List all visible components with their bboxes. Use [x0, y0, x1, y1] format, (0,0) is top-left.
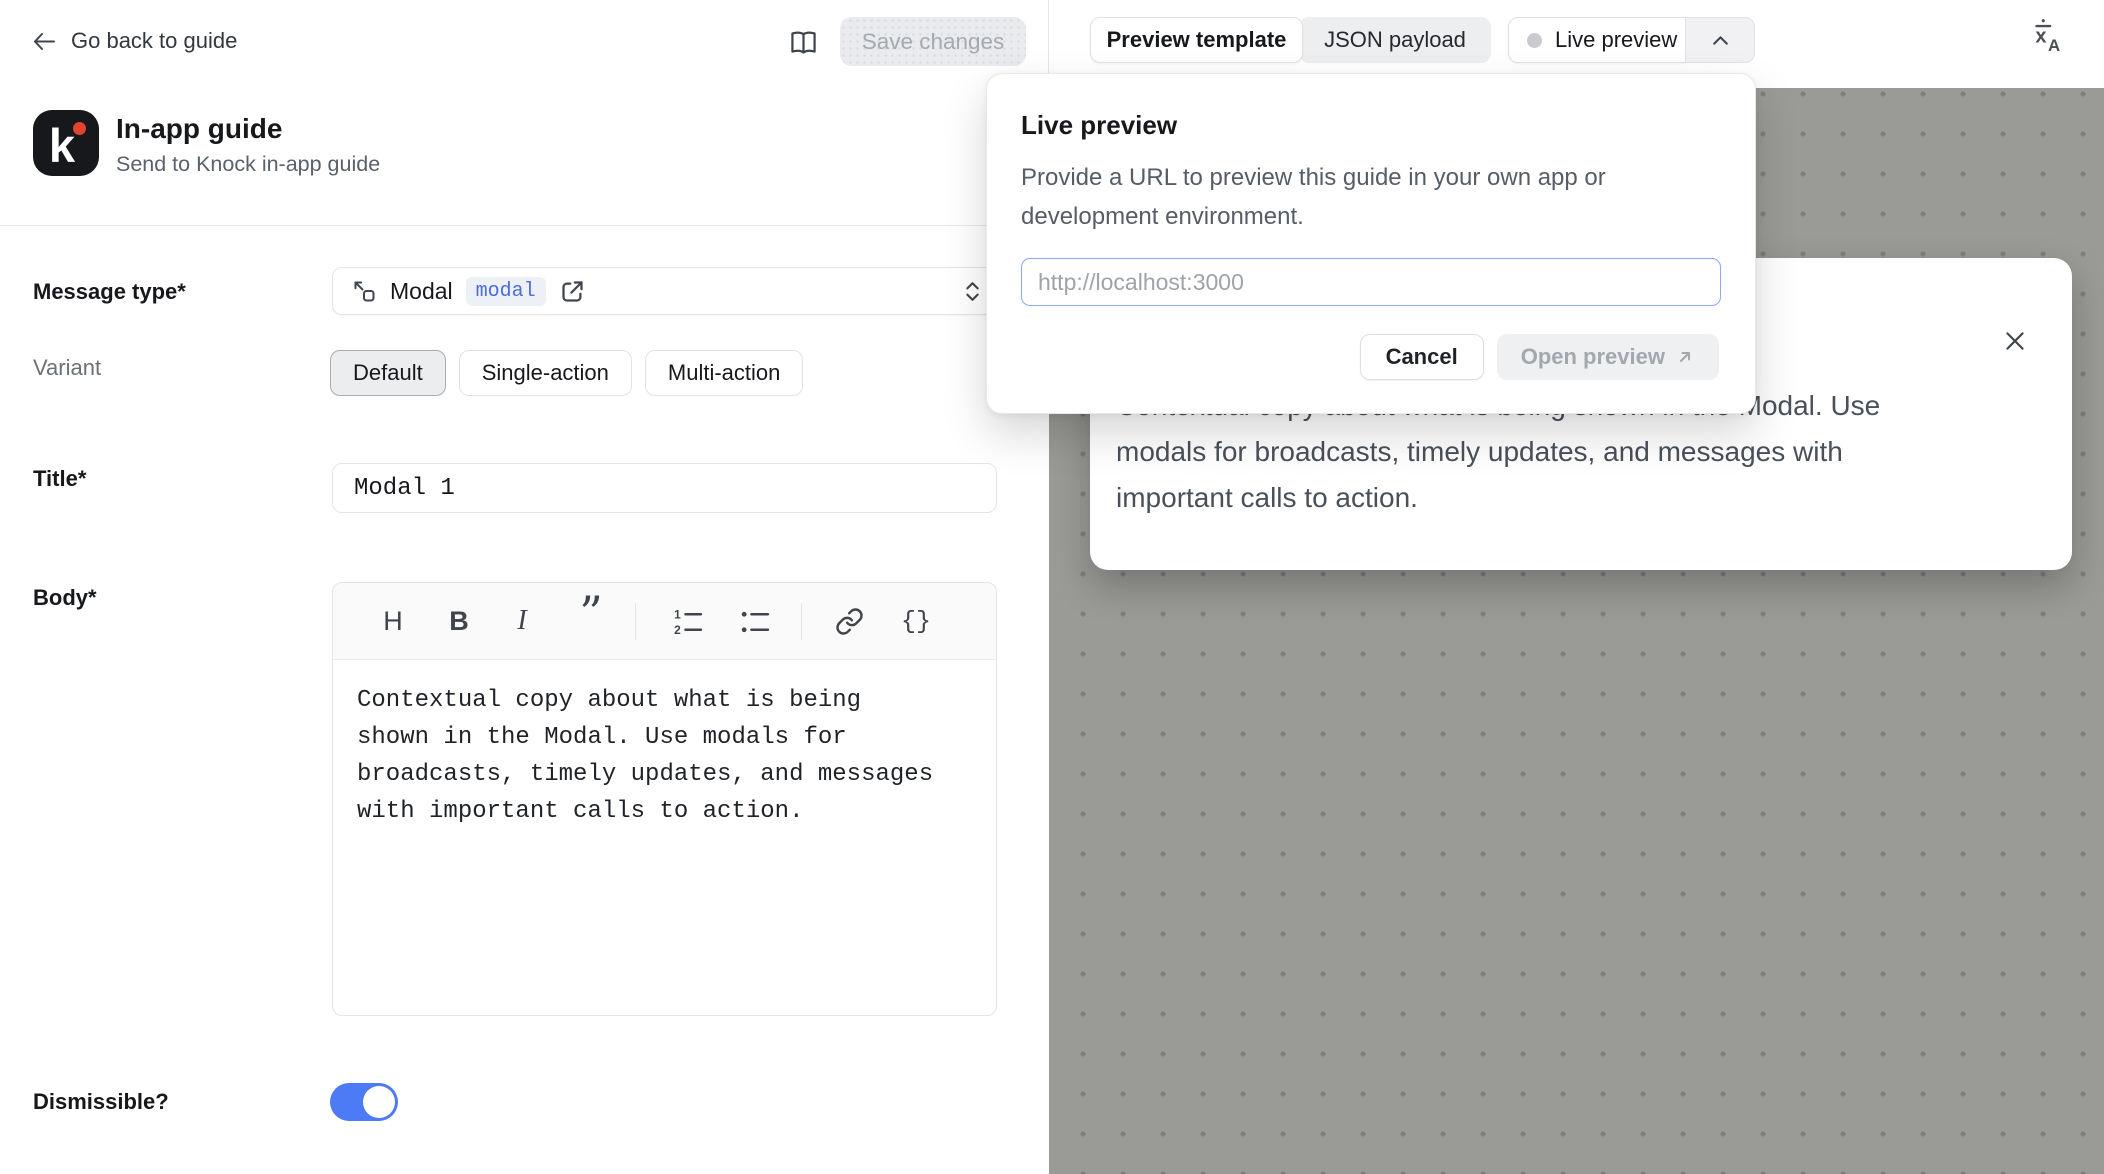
- bold-icon[interactable]: B: [439, 601, 479, 641]
- back-label: Go back to guide: [71, 28, 237, 54]
- heading-icon[interactable]: H: [373, 601, 413, 641]
- popover-description: Provide a URL to preview this guide in y…: [1021, 158, 1721, 236]
- message-type-label: Message type*: [33, 279, 186, 305]
- message-type-badge: modal: [466, 277, 546, 306]
- page-subtitle: Send to Knock in-app guide: [116, 152, 380, 177]
- body-line: with important calls to action.: [357, 793, 972, 830]
- preview-body-line: modals for broadcasts, timely updates, a…: [1116, 429, 1880, 475]
- live-preview-label: Live preview: [1555, 27, 1677, 53]
- docs-book-icon[interactable]: [788, 29, 819, 56]
- header-divider: [0, 225, 1048, 226]
- knock-logo: k: [33, 110, 99, 176]
- title-input[interactable]: [332, 463, 997, 513]
- save-changes-button[interactable]: Save changes: [840, 17, 1026, 66]
- tab-preview-template[interactable]: Preview template: [1090, 17, 1303, 63]
- message-type-value: Modal: [390, 278, 453, 305]
- live-preview-popover: Live preview Provide a URL to preview th…: [986, 73, 1756, 414]
- knock-logo-dot: [73, 122, 86, 135]
- dismissible-toggle[interactable]: [330, 1083, 398, 1121]
- dismissible-label: Dismissible?: [33, 1089, 169, 1115]
- popover-actions: Cancel Open preview: [1360, 334, 1719, 380]
- back-arrow-icon: [30, 29, 57, 54]
- italic-icon[interactable]: I: [502, 601, 542, 641]
- live-status-dot-icon: [1527, 33, 1542, 48]
- arrow-up-right-icon: [1675, 347, 1695, 367]
- external-link-icon[interactable]: [559, 278, 586, 305]
- ordered-list-icon[interactable]: 1 2: [667, 601, 707, 641]
- chevron-up-icon: [1709, 29, 1732, 52]
- svg-text:2: 2: [674, 622, 681, 636]
- app-screen: Go back to guide Save changes Preview te…: [0, 0, 2104, 1174]
- variable-braces-icon[interactable]: {}: [896, 601, 936, 641]
- select-updown-icon: [963, 277, 982, 306]
- page-title: In-app guide: [116, 113, 282, 145]
- popover-title: Live preview: [1021, 110, 1177, 141]
- bullet-list-icon[interactable]: [734, 601, 774, 641]
- body-line: Contextual copy about what is being: [357, 682, 972, 719]
- body-editor: H B I ” 1 2: [332, 582, 997, 1016]
- svg-text:1: 1: [674, 607, 681, 621]
- variant-button-group: Default Single-action Multi-action: [330, 350, 803, 396]
- body-label: Body*: [33, 585, 97, 611]
- translate-icon[interactable]: x A: [2028, 16, 2066, 54]
- body-line: broadcasts, timely updates, and messages: [357, 756, 972, 793]
- modal-type-icon: [351, 278, 377, 304]
- preview-url-input[interactable]: [1021, 258, 1721, 306]
- live-preview-button[interactable]: Live preview: [1508, 17, 1686, 63]
- open-preview-label: Open preview: [1521, 344, 1665, 370]
- blockquote-icon[interactable]: ”: [571, 601, 611, 625]
- knock-logo-letter: k: [49, 122, 75, 169]
- variant-multi-action-button[interactable]: Multi-action: [645, 350, 803, 396]
- open-preview-button[interactable]: Open preview: [1497, 334, 1719, 380]
- close-icon[interactable]: [2002, 328, 2028, 354]
- link-icon[interactable]: [829, 601, 869, 641]
- message-type-select[interactable]: Modal modal: [332, 267, 997, 315]
- toolbar-divider: [635, 603, 636, 640]
- svg-text:x: x: [2035, 25, 2046, 47]
- toolbar-divider: [801, 603, 802, 640]
- cancel-button[interactable]: Cancel: [1360, 334, 1484, 380]
- back-to-guide-link[interactable]: Go back to guide: [30, 28, 237, 54]
- body-editor-content[interactable]: Contextual copy about what is being show…: [333, 660, 996, 852]
- title-label: Title*: [33, 466, 86, 492]
- editor-toolbar: H B I ” 1 2: [333, 583, 996, 660]
- svg-text:A: A: [2048, 36, 2060, 54]
- body-line: shown in the Modal. Use modals for: [357, 719, 972, 756]
- variant-label: Variant: [33, 355, 101, 381]
- tab-json-payload[interactable]: JSON payload: [1299, 17, 1491, 63]
- toggle-knob: [363, 1086, 395, 1118]
- live-preview-chevron-button[interactable]: [1685, 17, 1755, 63]
- variant-single-action-button[interactable]: Single-action: [459, 350, 632, 396]
- preview-body-line: important calls to action.: [1116, 475, 1880, 521]
- variant-default-button[interactable]: Default: [330, 350, 446, 396]
